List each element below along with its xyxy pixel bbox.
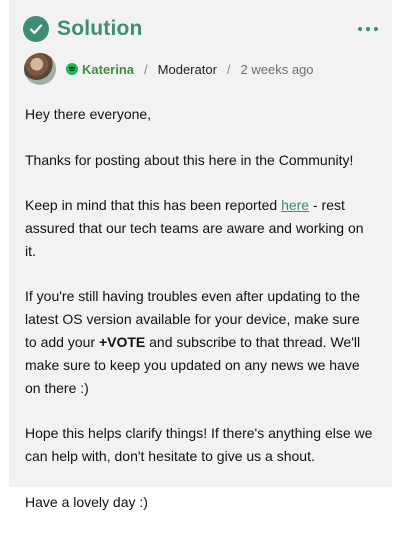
post-body: Hey there everyone, Thanks for posting a… [25, 103, 375, 536]
author-name-link[interactable]: Katerina [82, 62, 134, 77]
paragraph-reported: Keep in mind that this has been reported… [25, 194, 375, 262]
paragraph-greeting: Hey there everyone, [25, 106, 152, 122]
paragraph-vote: If you're still having troubles even aft… [25, 285, 375, 399]
separator: / [226, 61, 231, 77]
author-role: Moderator [157, 61, 217, 77]
paragraph-help: Hope this helps clarify things! If there… [25, 425, 373, 464]
text-segment: Keep in mind that this has been reported [25, 197, 282, 214]
paragraph-signoff: Have a lovely day :) [25, 493, 148, 510]
dot-icon [358, 27, 362, 31]
separator: / [144, 61, 148, 77]
author-row: Katerina / Moderator / 2 weeks ago [24, 52, 379, 86]
avatar[interactable] [24, 53, 56, 85]
paragraph-thanks: Thanks for posting about this here in th… [25, 151, 354, 168]
solution-header: Solution [23, 14, 378, 44]
solution-title: Solution [57, 17, 143, 40]
dot-icon [374, 27, 378, 31]
more-options-icon[interactable] [358, 22, 378, 36]
solution-card: Solution Katerina / Moderator / 2 weeks … [9, 0, 392, 510]
spotify-icon [66, 63, 78, 75]
post-timestamp: 2 weeks ago [240, 61, 314, 77]
check-circle-icon [23, 16, 49, 42]
here-link[interactable]: here [281, 197, 309, 213]
dot-icon [366, 27, 370, 31]
vote-text: +VOTE [98, 333, 146, 350]
